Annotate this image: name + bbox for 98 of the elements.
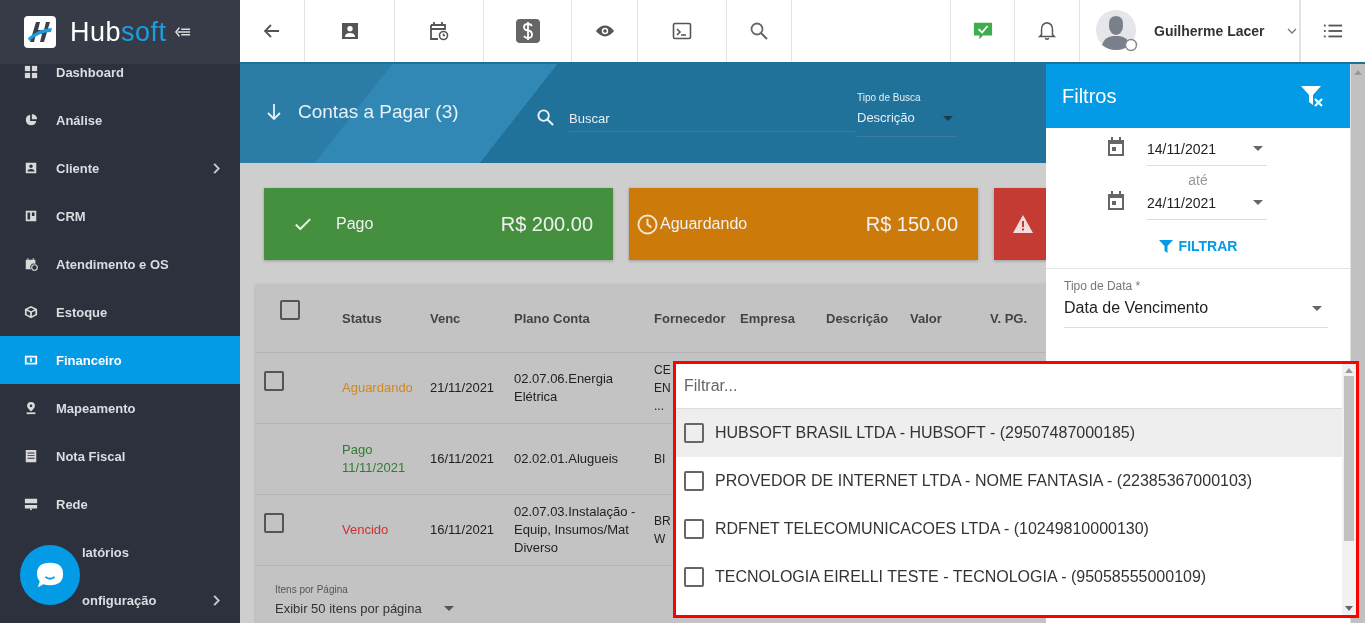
- search-icon: [536, 108, 555, 127]
- chat-check-button[interactable]: [950, 0, 1015, 62]
- column-header[interactable]: Status: [342, 310, 430, 326]
- sidebar-item[interactable]: Análise: [0, 96, 240, 144]
- logo-icon: [24, 16, 56, 48]
- table-cell-text: CE EN ...: [654, 362, 671, 415]
- calendar-icon: [1107, 191, 1125, 211]
- sidebar-item[interactable]: onfiguração: [0, 576, 240, 623]
- option-checkbox[interactable]: [684, 471, 704, 491]
- start-date-field[interactable]: 14/11/2021: [1147, 128, 1267, 166]
- page-title: Contas a Pagar (3): [298, 100, 460, 123]
- sidebar-item[interactable]: Nota Fiscal: [0, 432, 240, 480]
- menu-icon: [24, 257, 38, 271]
- sidebar-item[interactable]: Estoque: [0, 288, 240, 336]
- calendar-icon: [1107, 137, 1125, 157]
- column-header[interactable]: Descrição: [826, 310, 910, 326]
- column-header[interactable]: Valor: [910, 310, 990, 326]
- arrow-down-icon[interactable]: [266, 102, 282, 121]
- row-checkbox[interactable]: [264, 513, 284, 533]
- funnel-icon: [1158, 239, 1173, 253]
- table-cell-text: BR W: [654, 513, 671, 548]
- card-amount: R$ 150.00: [865, 212, 958, 236]
- table-cell-text: 02.07.06.Energia Elétrica: [514, 370, 615, 406]
- column-header[interactable]: Venc: [430, 310, 514, 326]
- menu-icon: [24, 113, 38, 127]
- column-header[interactable]: Fornecedor: [654, 310, 740, 326]
- sidebar-item[interactable]: latórios: [0, 528, 240, 576]
- page-size-label: Itens por Página: [275, 584, 349, 595]
- card-label: Pago: [336, 215, 375, 233]
- clear-filter-icon[interactable]: [1300, 85, 1324, 107]
- bell-icon: [1037, 21, 1057, 41]
- sidebar-item[interactable]: Cliente: [0, 144, 240, 192]
- sidebar-item[interactable]: Mapeamento: [0, 384, 240, 432]
- contact-card-icon: [339, 21, 360, 41]
- terminal-icon: [672, 21, 692, 41]
- scroll-thumb[interactable]: [1344, 376, 1354, 541]
- caret-icon: [1286, 28, 1297, 34]
- sidebar-item[interactable]: CRM: [0, 192, 240, 240]
- card-label: Aguardando: [660, 215, 749, 233]
- status-cell-text: Aguardando: [342, 379, 414, 397]
- table-cell-text: 21/11/2021: [430, 379, 496, 397]
- date-type-select[interactable]: Tipo de Data * Data de Vencimento: [1064, 279, 1328, 328]
- status-cell-text: Vencido: [342, 521, 390, 539]
- scroll-down-icon[interactable]: [1345, 606, 1353, 611]
- dollar-icon: [515, 19, 540, 43]
- chevron-icon: [212, 594, 220, 606]
- calendar-clock-icon: [429, 21, 449, 41]
- check-icon: [294, 216, 312, 232]
- chevron-icon: [212, 162, 220, 174]
- table-cell-text: 16/11/2021: [430, 450, 496, 468]
- column-header[interactable]: V. PG.: [990, 310, 1046, 326]
- table-cell-text: 02.02.01.Alugueis: [514, 450, 620, 468]
- sidebar-item[interactable]: Rede: [0, 480, 240, 528]
- logo-text: Hubsoft: [70, 16, 167, 48]
- scroll-up-icon[interactable]: [1345, 368, 1353, 373]
- caret-icon: [1253, 146, 1263, 151]
- caret-icon: [943, 116, 953, 121]
- row-checkbox[interactable]: [264, 371, 284, 391]
- search-icon: [749, 21, 769, 41]
- caret-icon: [443, 606, 454, 611]
- menu-icon: [24, 401, 38, 415]
- company-option[interactable]: TECNOLOGIA EIRELLI TESTE - TECNOLOGIA - (95058555000109): [676, 553, 1342, 601]
- table-cell-text: 16/11/2021: [430, 521, 496, 539]
- menu-icon: [24, 209, 38, 223]
- clock-icon: [637, 213, 658, 235]
- card-amount: R$ 200.00: [500, 212, 593, 236]
- table-cell-text: 02.07.03.Instalação - Equip, Insumos/Mat Diverso: [514, 503, 637, 557]
- menu-icon: [24, 305, 38, 319]
- caret-icon: [1312, 306, 1322, 311]
- table-cell-text: BI: [654, 451, 666, 468]
- select-all-checkbox[interactable]: [280, 300, 300, 320]
- scrollbar[interactable]: [1342, 364, 1356, 615]
- menu-icon: [24, 65, 38, 79]
- chat-check-icon: [972, 21, 993, 41]
- warning-icon: [1012, 214, 1034, 234]
- search-type-select[interactable]: Tipo de Busca Descrição: [857, 92, 957, 137]
- collapse-icon[interactable]: [174, 26, 191, 38]
- search-field[interactable]: Buscar: [569, 105, 855, 132]
- menu-icon: [24, 353, 38, 367]
- status-cell-text: Pago 11/11/2021: [342, 441, 407, 477]
- panel-title: Filtros: [1062, 84, 1117, 108]
- column-header[interactable]: Empresa: [740, 310, 826, 326]
- speech-bubble-icon: [35, 561, 65, 589]
- company-option[interactable]: HUBSOFT BRASIL LTDA - HUBSOFT - (29507487000185): [676, 409, 1342, 457]
- page-size-select[interactable]: Exibir 50 itens por página: [275, 601, 454, 616]
- menu-icon: [24, 161, 38, 175]
- caret-icon: [1253, 200, 1263, 205]
- column-header[interactable]: Plano Conta: [514, 310, 654, 326]
- option-checkbox[interactable]: [684, 567, 704, 587]
- option-checkbox[interactable]: [684, 519, 704, 539]
- summary-card[interactable]: Pago R$ 200.00: [264, 188, 613, 260]
- option-checkbox[interactable]: [684, 423, 704, 443]
- sidebar-item[interactable]: Atendimento e OS: [0, 240, 240, 288]
- avatar-icon: [1096, 10, 1138, 52]
- menu-icon: [24, 497, 38, 511]
- company-option[interactable]: RDFNET TELECOMUNICACOES LTDA - (10249810000130): [676, 505, 1342, 553]
- company-option[interactable]: PROVEDOR DE INTERNET LTDA - NOME FANTASIA - (22385367000103): [676, 457, 1342, 505]
- menu-icon: [24, 449, 38, 463]
